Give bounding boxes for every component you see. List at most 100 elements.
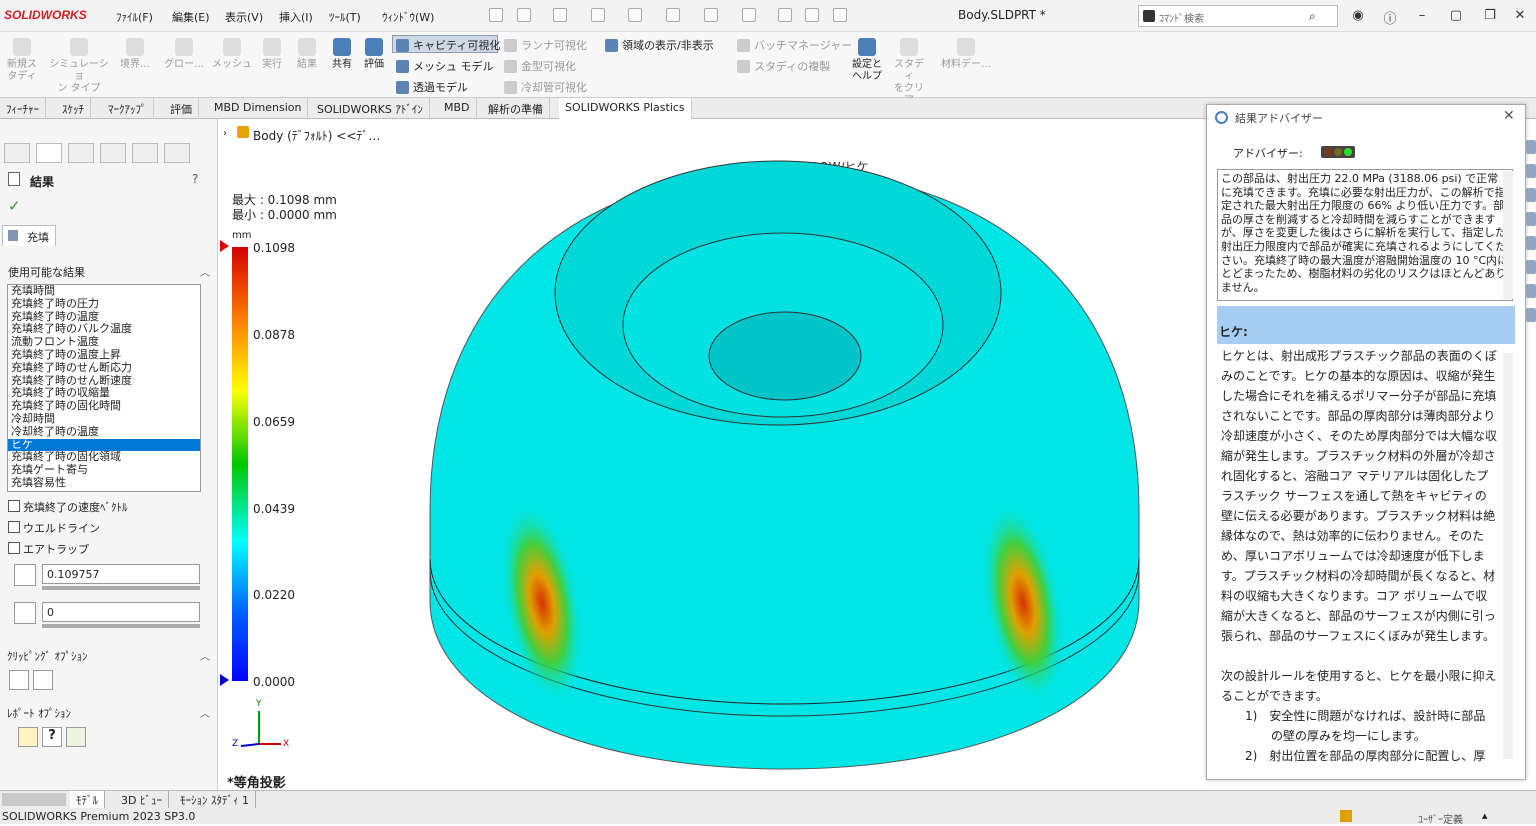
region-toggle-button[interactable]: 領域の表示/非表示 [605,37,714,53]
select-icon[interactable] [742,8,756,22]
tab-sketch[interactable]: ｽｹｯﾁ [56,98,91,119]
material-data-button[interactable]: 材料デー… [936,38,996,71]
cavity-visualization-button[interactable]: キャビティ可視化 [396,37,500,53]
fill-tab[interactable]: 充填 [2,225,56,246]
mesh-model-button[interactable]: メッシュ モデル [396,58,494,74]
task-pane-tab-icon[interactable] [1526,308,1536,322]
restore-icon[interactable]: ❐ [1480,8,1500,23]
menu-insert[interactable]: 挿入(I) [279,9,313,25]
tab-solidworks-plastics[interactable]: SOLIDWORKS Plastics [559,98,692,119]
report-icon[interactable] [18,727,38,747]
run-button[interactable]: 実行 [256,38,288,71]
minimize-icon[interactable]: – [1412,8,1432,23]
clip-iso-icon[interactable] [33,670,53,690]
evaluate-button[interactable]: 評価 [358,38,390,71]
results-list[interactable]: 充填時間 充填終了時の圧力 充填終了時の温度 充填終了時のバルク温度 流動フロント温度充… [7,284,201,492]
setup-help-button[interactable]: 設定と ヘルプ [848,38,886,83]
mold-visualization-button[interactable]: 金型可視化 [504,58,576,74]
ptab-plastics-icon[interactable] [164,143,190,163]
max-slider[interactable] [42,586,200,590]
legend-min-marker[interactable] [220,674,229,686]
batch-manager-button[interactable]: バッチマネージャー [737,37,852,53]
mesh-button[interactable]: メッシュ [212,38,252,71]
task-pane-tab-icon[interactable] [1526,212,1536,226]
new-icon[interactable] [517,8,531,22]
task-pane-tab-icon[interactable] [1526,164,1536,178]
air-trap-checkbox[interactable] [8,542,20,554]
redo-icon[interactable] [704,8,718,22]
task-pane-tab-icon[interactable] [1526,284,1536,298]
tab-scroll-arrows[interactable] [2,793,66,806]
summary-scrollbar[interactable] [1503,171,1513,299]
weld-line-checkbox[interactable] [8,521,20,533]
menu-tools[interactable]: ﾂｰﾙ(T) [329,9,361,25]
rebuild-status-icon[interactable] [1340,810,1352,822]
export-icon[interactable] [66,727,86,747]
ok-check-icon[interactable]: ✓ [8,197,21,215]
close-icon[interactable]: ✕ [1510,8,1530,23]
graphics-area[interactable]: › Body (ﾃﾞﾌｫﾙﾄ) <<ﾃﾞ… FLOW/ヒケ 最大 : 0.109… [219,119,1205,791]
simulation-type-button[interactable]: シミュレーション タイプ [46,38,112,95]
file-properties-icon[interactable] [805,8,819,22]
result-item[interactable]: 充填終了時のせん断応力 [8,361,200,375]
min-value-field[interactable]: 0 [42,602,200,622]
menu-view[interactable]: 表示(V) [225,9,263,25]
share-button[interactable]: 共有 [326,38,358,71]
result-item[interactable]: 充填容易性 [8,476,200,490]
menu-edit[interactable]: 編集(E) [172,9,210,25]
ptab-display-icon[interactable] [132,143,158,163]
menu-window[interactable]: ｳｨﾝﾄﾞｳ(W) [382,9,434,25]
save-icon[interactable] [591,8,605,22]
result-item[interactable]: 冷却終了時の温度 [8,425,200,439]
clipping-options-header[interactable]: ｸﾘｯﾋﾟﾝｸﾞ ｵﾌﾟｼｮﾝ [7,648,88,664]
transparent-model-button[interactable]: 透過モデル [396,79,468,95]
tab-analysis-prep[interactable]: 解析の準備 [482,98,550,119]
clip-plane-icon[interactable] [9,670,29,690]
result-item[interactable]: 充填時間 [8,284,200,298]
menu-file[interactable]: ﾌｧｲﾙ(F) [116,9,153,25]
help-report-icon[interactable]: ? [42,727,62,747]
rebuild-icon[interactable] [778,8,792,22]
report-options-header[interactable]: ﾚﾎﾟｰﾄ ｵﾌﾟｼｮﾝ [7,705,71,721]
task-pane-tab-icon[interactable] [1526,260,1536,274]
ptab-config-icon[interactable] [68,143,94,163]
gear-icon[interactable] [833,8,847,22]
tab-model[interactable]: ﾓﾃﾞﾙ [70,791,105,808]
global-button[interactable]: グロー… [160,38,208,71]
search-icon[interactable]: ⌕ [1309,9,1316,24]
results-button[interactable]: 結果 [291,38,323,71]
units-dropdown-icon[interactable]: ▴ [1482,809,1488,822]
min-slider[interactable] [42,624,200,628]
tab-mbd-dimension[interactable]: MBD Dimension [208,98,309,119]
maximize-icon[interactable]: ▢ [1446,8,1466,23]
available-results-header[interactable]: 使用可能な結果 [8,264,85,280]
help-icon[interactable]: ⓘ [1380,8,1400,27]
duplicate-study-button[interactable]: スタディの複製 [737,58,830,74]
close-icon[interactable]: ✕ [1503,108,1515,124]
tab-features[interactable]: ﾌｨｰﾁｬｰ [0,98,46,119]
description-scrollbar[interactable] [1503,353,1513,759]
undo-icon[interactable] [666,8,680,22]
command-search[interactable]: ｺﾏﾝﾄﾞ検索 ⌕ [1138,5,1338,27]
tab-solidworks-addins[interactable]: SOLIDWORKS ｱﾄﾞｲﾝ [311,98,430,119]
ptab-features-icon[interactable] [4,143,30,163]
tab-3d-view[interactable]: 3D ﾋﾞｭｰ [115,791,169,808]
ptab-property-icon[interactable] [36,143,62,163]
velocity-vector-checkbox[interactable] [8,500,20,512]
collapse-icon[interactable]: ︿ [200,264,210,279]
boundary-button[interactable]: 境界… [114,38,156,71]
result-item[interactable]: 充填終了時の圧力 [8,297,200,311]
home-icon[interactable] [489,8,503,22]
task-pane-tab-icon[interactable] [1526,236,1536,250]
task-pane-tab-icon[interactable] [1526,140,1536,154]
print-icon[interactable] [628,8,642,22]
tab-motion-study[interactable]: ﾓｰｼｮﾝ ｽﾀﾃﾞｨ 1 [174,791,256,808]
help-icon[interactable]: ? [192,172,198,186]
user-icon[interactable]: ◉ [1348,8,1368,23]
runner-visualization-button[interactable]: ランナ可視化 [504,37,587,53]
new-study-button[interactable]: 新規ス タディ [4,38,40,83]
clear-study-button[interactable]: スタディをクリア [890,38,928,107]
legend-max-marker[interactable] [220,240,229,252]
task-pane-tab-icon[interactable] [1526,188,1536,202]
collapse-icon[interactable]: ︿ [200,648,210,663]
